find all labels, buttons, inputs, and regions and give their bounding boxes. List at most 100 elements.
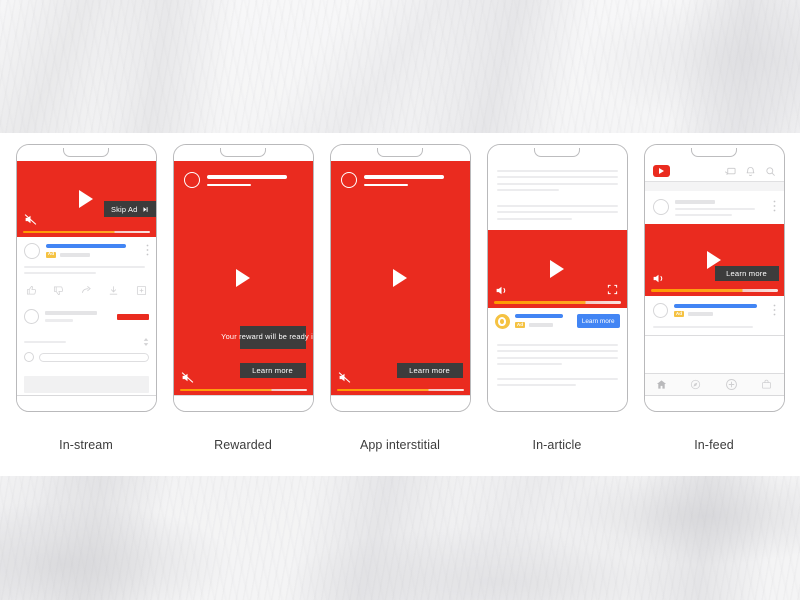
play-icon[interactable]: [550, 259, 564, 278]
video-player-in-article[interactable]: [487, 229, 627, 308]
cast-icon[interactable]: [724, 166, 736, 177]
ad-description-line: [652, 325, 754, 328]
article-line: [496, 170, 618, 172]
ad-info-row: Ad: [17, 237, 156, 280]
phone-bottom-bezel: [330, 395, 470, 411]
comment-input[interactable]: [38, 352, 149, 362]
article-line: [496, 377, 618, 380]
ad-format-gallery: Skip Ad Ad In-stream Your reward will be…: [0, 144, 800, 474]
ad-title-line: [206, 175, 288, 180]
screen-in-stream: Skip Ad Ad: [16, 161, 156, 395]
feed-meta-line: [674, 207, 756, 210]
search-icon[interactable]: [765, 166, 776, 177]
learn-more-label: Learn more: [252, 366, 293, 375]
video-progress-bar[interactable]: [650, 289, 778, 292]
save-icon[interactable]: [136, 285, 147, 296]
reward-countdown-tooltip: Your reward will be ready in 5: [221, 326, 313, 349]
ad-badge: Ad: [514, 322, 526, 329]
channel-row: [17, 302, 156, 331]
skip-ad-button[interactable]: Skip Ad: [104, 201, 156, 217]
video-actions-bar: [17, 280, 156, 302]
screen-rewarded: Your reward will be ready in 5 Learn mor…: [173, 161, 313, 395]
feed-meta-line: [674, 213, 732, 216]
play-icon[interactable]: [79, 190, 93, 208]
download-icon[interactable]: [108, 285, 119, 296]
skip-ad-label: Skip Ad: [111, 204, 138, 214]
youtube-logo-icon[interactable]: [652, 165, 670, 177]
video-progress-bar[interactable]: [336, 388, 464, 391]
phone-mockup-in-feed: Learn more Ad: [643, 144, 785, 412]
avatar: [23, 243, 40, 259]
feed-title-line: [674, 200, 715, 204]
video-progress-bar[interactable]: [493, 301, 621, 304]
screen-in-feed: Learn more Ad: [644, 161, 784, 395]
skip-next-icon: [142, 206, 148, 212]
avatar: [652, 302, 668, 318]
article-line: [496, 182, 618, 185]
mute-icon[interactable]: [338, 371, 351, 384]
phone-top-bezel: [487, 145, 627, 161]
home-icon[interactable]: [656, 379, 667, 390]
more-vertical-icon[interactable]: [146, 243, 149, 256]
earpiece-speaker: [63, 148, 109, 157]
play-icon[interactable]: [236, 269, 250, 287]
advertiser-name-placeholder: [688, 312, 714, 317]
fullscreen-video-interstitial[interactable]: Learn more: [330, 161, 470, 395]
learn-more-button[interactable]: Learn more: [576, 314, 620, 329]
video-progress-bar[interactable]: [179, 388, 307, 391]
phone-bottom-bezel: [173, 395, 313, 411]
advertiser-name-placeholder: [529, 322, 554, 327]
more-vertical-icon[interactable]: [773, 303, 776, 316]
mute-icon[interactable]: [24, 213, 37, 226]
reward-countdown-label: Your reward will be ready in 5: [221, 332, 312, 342]
play-icon[interactable]: [393, 269, 407, 287]
learn-more-label: Learn more: [409, 366, 450, 375]
volume-on-icon[interactable]: [652, 272, 665, 285]
learn-more-button[interactable]: Learn more: [239, 363, 306, 378]
article-line: [496, 362, 562, 365]
format-caption-in-article: In-article: [532, 438, 582, 452]
article-text-bottom: [488, 335, 627, 395]
thumbs-up-icon[interactable]: [26, 285, 37, 296]
video-player-in-stream[interactable]: Skip Ad: [16, 161, 156, 237]
fullscreen-icon[interactable]: [607, 284, 620, 297]
avatar: [652, 199, 669, 215]
sort-icon[interactable]: [143, 338, 149, 346]
ad-meta-row: Ad: [645, 296, 784, 335]
ad-title-line: [514, 314, 563, 319]
fullscreen-video-rewarded[interactable]: Your reward will be ready in 5 Learn mor…: [173, 161, 313, 395]
article-line: [496, 211, 618, 214]
notifications-bell-icon[interactable]: [745, 166, 756, 177]
library-icon[interactable]: [761, 379, 772, 390]
mute-icon[interactable]: [181, 371, 194, 384]
create-plus-icon[interactable]: [725, 378, 738, 391]
description-line: [23, 266, 145, 268]
volume-on-icon[interactable]: [495, 284, 508, 297]
earpiece-speaker: [377, 148, 423, 157]
thumbs-down-icon[interactable]: [53, 285, 64, 296]
description-line: [23, 272, 96, 274]
format-card-in-article: Ad Learn more In-article: [486, 144, 628, 474]
phone-top-bezel: [330, 145, 470, 161]
article-line: [496, 356, 618, 359]
avatar-icon: [183, 172, 200, 188]
learn-more-button[interactable]: Learn more: [714, 265, 779, 281]
format-card-app-interstitial: Learn more App interstitial: [329, 144, 471, 474]
ad-badge: Ad: [45, 251, 57, 258]
phone-top-bezel: [644, 145, 784, 161]
feed-item[interactable]: [645, 191, 784, 224]
channel-name-placeholder: [44, 311, 97, 316]
avatar: [23, 309, 39, 324]
phone-top-bezel: [173, 145, 313, 161]
more-vertical-icon[interactable]: [773, 199, 776, 212]
share-icon[interactable]: [81, 285, 92, 296]
phone-top-bezel: [16, 145, 156, 161]
phone-bottom-bezel: [487, 395, 627, 411]
learn-more-button[interactable]: Learn more: [396, 363, 463, 378]
video-player-in-feed[interactable]: Learn more: [644, 223, 784, 296]
ad-title-line: [363, 175, 445, 180]
video-progress-bar[interactable]: [22, 230, 150, 233]
subscribe-button[interactable]: [116, 313, 149, 320]
explore-compass-icon[interactable]: [690, 379, 701, 390]
ad-badge: Ad: [673, 311, 685, 318]
